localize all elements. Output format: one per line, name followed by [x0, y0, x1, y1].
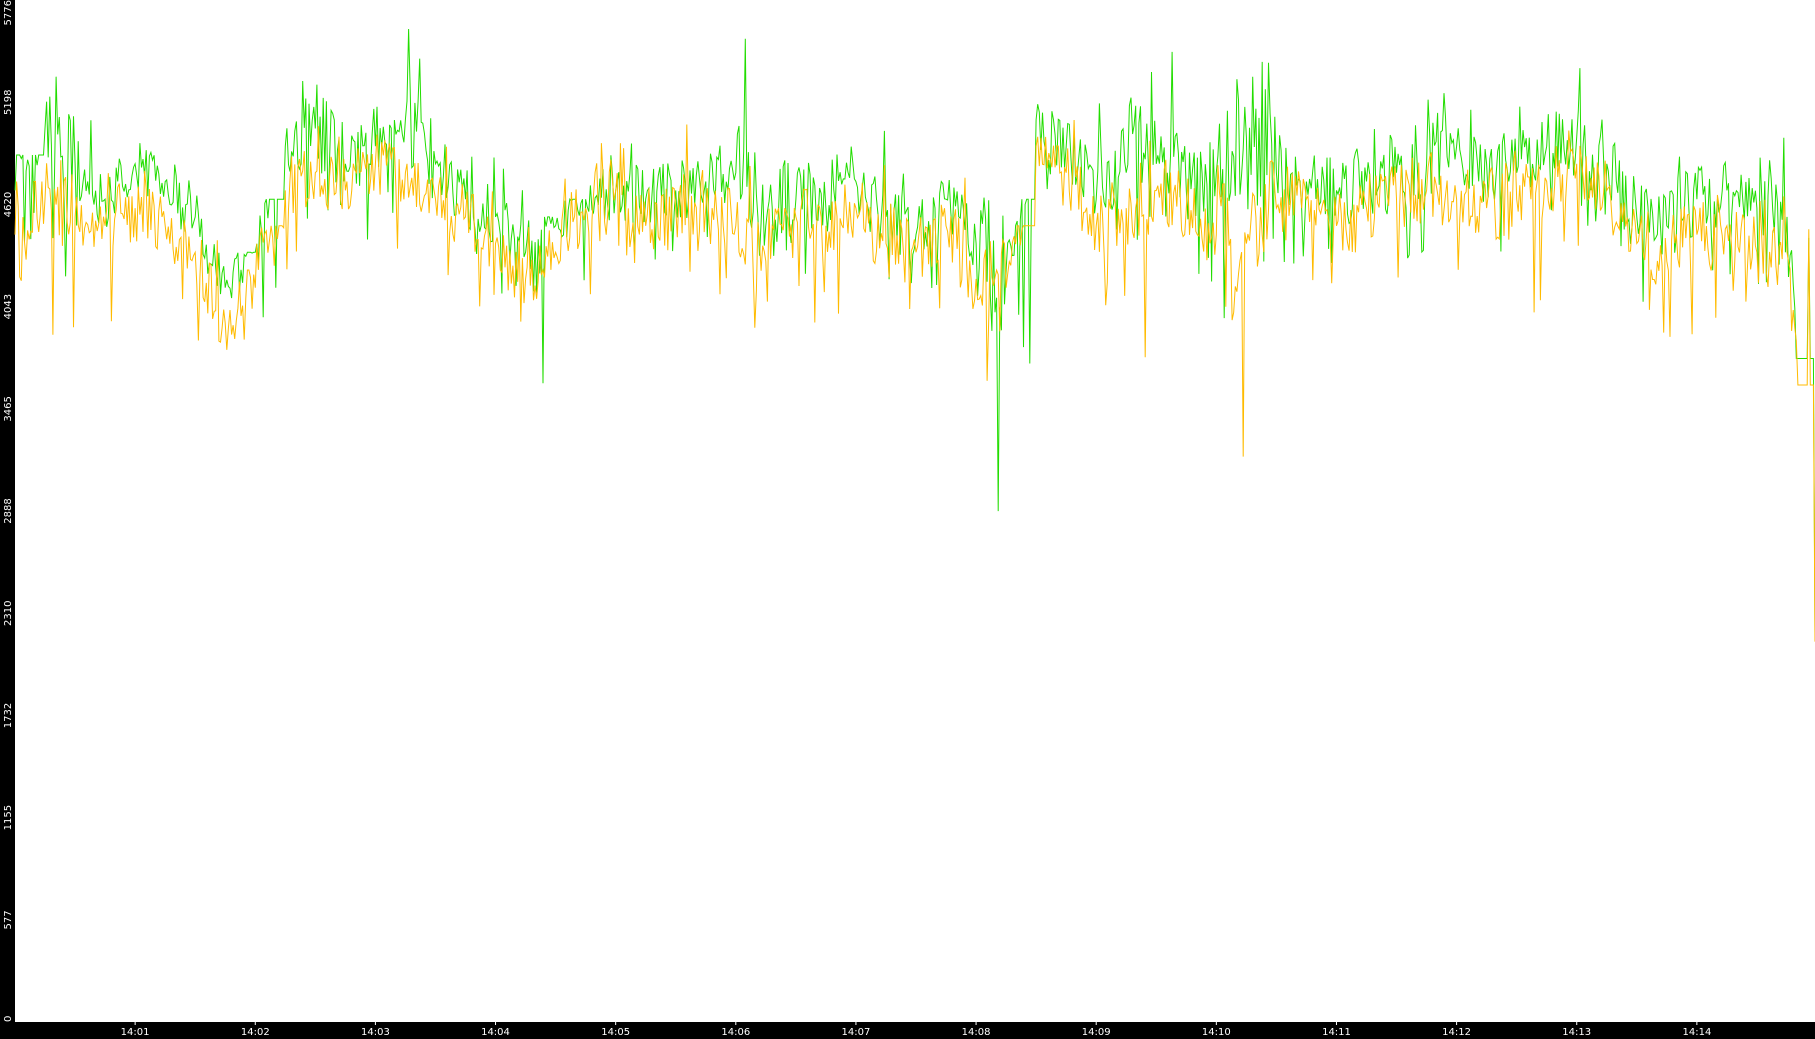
x-tick-label: 14:05	[601, 1027, 630, 1038]
y-tick-label: 1155	[3, 805, 14, 830]
chart-svg: 0 577 1155 1732 2310 2888 3465 4043 4620 5198 5776…	[0, 0, 1815, 1039]
line-chart: 0 577 1155 1732 2310 2888 3465 4043 4620 5198 5776…	[0, 0, 1815, 1039]
x-tick-label: 14:09	[1082, 1027, 1111, 1038]
x-tick-label: 14:03	[361, 1027, 390, 1038]
y-tick-label: 2888	[3, 498, 14, 523]
x-tick-label: 14:07	[841, 1027, 870, 1038]
x-tick-label: 14:14	[1682, 1027, 1711, 1038]
y-tick-label: 577	[3, 910, 14, 929]
y-tick-label: 4043	[3, 294, 14, 319]
y-tick-label: 3465	[3, 396, 14, 421]
x-axis-band	[0, 1022, 1815, 1039]
x-tick-label: 14:04	[481, 1027, 510, 1038]
x-tick-label: 14:12	[1442, 1027, 1471, 1038]
x-tick-label: 14:13	[1562, 1027, 1591, 1038]
x-tick-label: 14:11	[1322, 1027, 1351, 1038]
x-tick-label: 14:10	[1202, 1027, 1231, 1038]
x-tick-label: 14:01	[121, 1027, 150, 1038]
y-tick-label: 4620	[3, 192, 14, 217]
y-tick-label: 5776	[3, 0, 14, 25]
y-tick-label: 0	[3, 1016, 14, 1022]
y-tick-label: 1732	[3, 703, 14, 728]
y-tick-label: 2310	[3, 601, 14, 626]
x-tick-label: 14:06	[721, 1027, 750, 1038]
x-tick-label: 14:08	[962, 1027, 991, 1038]
y-tick-label: 5198	[3, 90, 14, 115]
x-tick-label: 14:02	[241, 1027, 270, 1038]
